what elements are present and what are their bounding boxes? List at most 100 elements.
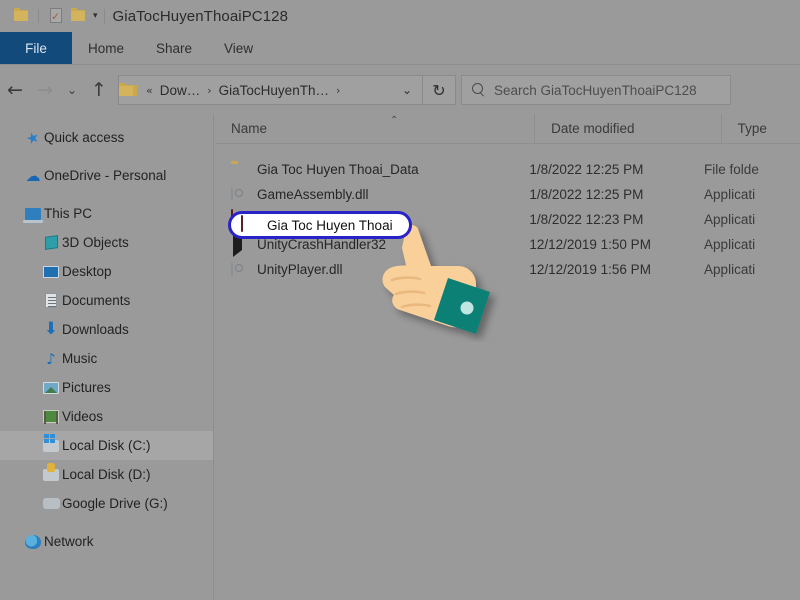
up-button[interactable]: ↑ — [84, 75, 114, 105]
properties-icon[interactable]: ✓ — [45, 5, 67, 27]
highlighted-file-item[interactable]: Gia Toc Huyen Thoai — [241, 215, 393, 235]
sidebar-item-local-disk-d[interactable]: Local Disk (D:) — [0, 460, 213, 489]
sidebar-item-label: Google Drive (G:) — [62, 496, 168, 511]
column-header-label: Name — [231, 121, 268, 136]
breadcrumb-overflow[interactable]: « — [141, 84, 158, 97]
3d-objects-icon — [40, 232, 62, 254]
sidebar-item-label: Music — [62, 351, 98, 366]
dll-file-icon — [231, 259, 249, 278]
breadcrumb-separator-2[interactable]: › — [331, 84, 345, 97]
sidebar-item-label: Network — [44, 534, 94, 549]
file-date-cell: 12/12/2019 1:50 PM — [529, 236, 651, 252]
refresh-icon[interactable]: ↻ — [423, 81, 455, 100]
back-button[interactable]: ← — [0, 75, 30, 105]
sidebar-item-label: 3D Objects — [62, 235, 129, 250]
pc-icon — [22, 203, 44, 225]
sidebar-item-label: Videos — [62, 409, 104, 424]
folder-icon[interactable] — [10, 5, 32, 27]
sidebar-item-label: Desktop — [62, 264, 112, 279]
sidebar-item-label: Local Disk (D:) — [62, 467, 151, 482]
tab-view[interactable]: View — [208, 32, 269, 65]
sort-ascending-icon: ⌃ — [390, 114, 399, 126]
sidebar-item-label: Downloads — [62, 322, 129, 337]
file-date-cell: 1/8/2022 12:25 PM — [529, 161, 644, 177]
sidebar-item-videos[interactable]: Videos — [0, 402, 213, 431]
address-bar-row: ← → ⌄ ↑ « Dow… › GiaTocHuyenTh… › ⌄ ↻ Se… — [0, 66, 800, 114]
sidebar-item-downloads[interactable]: ⬇ Downloads — [0, 315, 213, 344]
file-name-label: GameAssembly.dll — [257, 186, 369, 202]
file-type-cell: Applicati — [704, 211, 756, 227]
navigation-pane: ★ Quick access ☁ OneDrive - Personal Thi… — [0, 114, 214, 600]
star-icon: ★ — [23, 126, 43, 149]
file-name-label: Gia Toc Huyen Thoai_Data — [257, 161, 419, 177]
sidebar-item-3d-objects[interactable]: 3D Objects — [0, 228, 213, 257]
sidebar-item-label: OneDrive - Personal — [44, 168, 167, 183]
table-row[interactable]: UnityPlayer.dll 12/12/2019 1:56 PM Appli… — [215, 257, 800, 281]
pictures-icon — [40, 377, 62, 399]
sidebar-item-music[interactable]: ♪ Music — [0, 344, 213, 373]
local-disk-d-icon — [40, 462, 62, 486]
breadcrumb-separator-1[interactable]: › — [202, 84, 216, 97]
new-folder-icon[interactable] — [67, 5, 89, 27]
title-divider — [103, 8, 105, 24]
sidebar-item-label: Documents — [62, 293, 131, 308]
sidebar-item-local-disk-c[interactable]: Local Disk (C:) — [0, 431, 213, 460]
breadcrumb-current-folder[interactable]: GiaTocHuyenTh… — [217, 83, 331, 98]
videos-icon — [40, 406, 62, 428]
column-header-label: Type — [737, 121, 767, 136]
sidebar-item-documents[interactable]: Documents — [0, 286, 213, 315]
ribbon-divider — [0, 64, 800, 65]
local-disk-c-icon — [40, 433, 62, 457]
sidebar-item-label: Pictures — [62, 380, 111, 395]
tab-share[interactable]: Share — [140, 32, 208, 65]
pointing-hand-cursor — [372, 222, 502, 342]
search-input[interactable]: Search GiaTocHuyenThoaiPC128 — [494, 83, 697, 98]
sidebar-item-quick-access[interactable]: ★ Quick access — [0, 123, 213, 152]
file-type-cell: Applicati — [704, 261, 756, 277]
chevron-down-icon[interactable]: ⌄ — [392, 83, 422, 97]
file-name-cell: GameAssembly.dll — [215, 184, 513, 203]
file-date-cell: 1/8/2022 12:23 PM — [529, 211, 644, 227]
column-header-label: Date modified — [551, 121, 635, 136]
file-explorer-window: ✓ ▾ GiaTocHuyenThoaiPC128 File Home Shar… — [0, 0, 800, 600]
file-date-cell: 1/8/2022 12:25 PM — [529, 186, 644, 202]
google-drive-icon — [40, 493, 62, 515]
tab-file[interactable]: File — [0, 32, 72, 65]
desktop-icon — [40, 261, 62, 283]
file-name-cell: Gia Toc Huyen Thoai_Data — [215, 160, 513, 178]
file-list-pane: Name ⌃ Date modified Type Gia Toc Huyen … — [215, 114, 800, 600]
sidebar-item-label: Local Disk (C:) — [62, 438, 151, 453]
title-bar: ✓ ▾ GiaTocHuyenThoaiPC128 — [0, 0, 800, 32]
search-box[interactable]: Search GiaTocHuyenThoaiPC128 — [461, 75, 731, 105]
file-date-cell: 12/12/2019 1:56 PM — [529, 261, 651, 277]
sidebar-item-desktop[interactable]: Desktop — [0, 257, 213, 286]
address-bar[interactable]: « Dow… › GiaTocHuyenTh… › ⌄ ↻ — [118, 75, 456, 105]
column-header-name[interactable]: Name ⌃ — [215, 114, 534, 144]
column-header-date-modified[interactable]: Date modified — [534, 114, 720, 144]
sidebar-item-this-pc[interactable]: This PC — [0, 199, 213, 228]
search-icon — [472, 83, 486, 97]
music-icon: ♪ — [46, 349, 56, 368]
sidebar-item-google-drive[interactable]: Google Drive (G:) — [0, 489, 213, 518]
recent-locations-button[interactable]: ⌄ — [60, 75, 84, 105]
game-app-icon — [241, 215, 259, 234]
sidebar-item-onedrive[interactable]: ☁ OneDrive - Personal — [0, 161, 213, 190]
cloud-icon: ☁ — [25, 166, 41, 185]
sidebar-item-network[interactable]: Network — [0, 527, 213, 556]
breadcrumb-downloads[interactable]: Dow… — [158, 83, 203, 98]
file-name-label: UnityPlayer.dll — [257, 261, 343, 277]
file-type-cell: File folde — [704, 161, 759, 177]
folder-icon — [231, 160, 249, 178]
highlighted-file-label: Gia Toc Huyen Thoai — [267, 217, 393, 233]
sidebar-item-pictures[interactable]: Pictures — [0, 373, 213, 402]
customize-dropdown-icon[interactable]: ▾ — [93, 11, 98, 21]
sidebar-item-label: This PC — [44, 206, 93, 221]
column-header-type[interactable]: Type — [720, 114, 800, 144]
window-title: GiaTocHuyenThoaiPC128 — [112, 7, 289, 25]
ribbon-tabs: File Home Share View — [0, 32, 800, 65]
table-row[interactable]: GameAssembly.dll 1/8/2022 12:25 PM Appli… — [215, 182, 800, 206]
quick-access-toolbar: ✓ ▾ — [0, 5, 98, 27]
table-row[interactable]: Gia Toc Huyen Thoai_Data 1/8/2022 12:25 … — [215, 157, 800, 181]
tab-home[interactable]: Home — [72, 32, 140, 65]
network-icon — [22, 531, 44, 553]
